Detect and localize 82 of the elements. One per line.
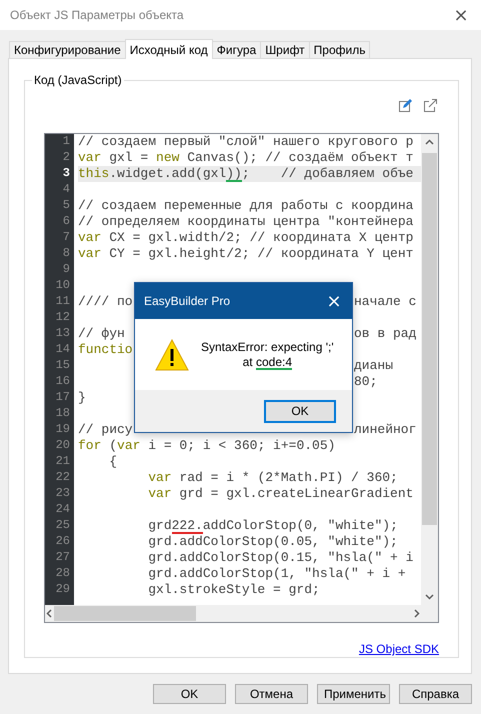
line-number: 20 (54, 438, 70, 454)
tab[interactable]: Исходный код (124, 39, 213, 59)
code-line: { (108, 454, 118, 470)
line-number: 29 (54, 582, 70, 598)
line-number: 17 (54, 390, 70, 406)
code-text: //// по (78, 294, 133, 309)
code-line: // определяем координаты центра "контейнера (78, 214, 414, 230)
chevron-down-icon[interactable] (425, 592, 434, 601)
ok-button[interactable]: OK (264, 400, 336, 422)
dialog-button[interactable]: Справка (399, 684, 472, 704)
line-number: 11 (54, 294, 70, 310)
code-line: grd222.addColorStop(0, "white"); (147, 518, 398, 534)
code-line: for (var i = 0; i < 360; i+=0.05) (78, 438, 336, 454)
tab[interactable]: Шрифт (260, 41, 310, 58)
group-title: Код (JavaScript) (32, 73, 124, 87)
code-line: gxl.strokeStyle = grd; (147, 582, 320, 598)
code-text: 80; (354, 374, 378, 390)
line-number: 25 (54, 518, 70, 534)
line-number: 6 (62, 214, 70, 230)
code-text: линейног (354, 422, 416, 438)
chevron-right-icon[interactable] (412, 609, 421, 618)
code-line: } (78, 390, 86, 406)
horizontal-scrollbar[interactable] (45, 605, 421, 622)
code-line: var rad = i * (2*Math.PI) / 360; (147, 470, 398, 486)
line-number: 14 (54, 342, 70, 358)
line-number: 9 (62, 262, 70, 278)
vertical-scrollbar[interactable] (421, 134, 438, 605)
code-text: // рису (78, 422, 133, 437)
chevron-left-icon[interactable] (45, 609, 54, 618)
line-number: 13 (54, 326, 70, 342)
line-number: 27 (54, 550, 70, 566)
error-message: at code:4 (242, 354, 292, 370)
code-line: grd.addColorStop(0.15, "hsla(" + i (147, 550, 414, 566)
line-number: 18 (54, 406, 70, 422)
code-line: grd.addColorStop(1, "hsla(" + i + (147, 566, 406, 582)
line-number: 5 (62, 198, 70, 214)
line-number: 8 (62, 246, 70, 262)
error-message: SyntaxError: expecting ';' (201, 340, 334, 354)
tab[interactable]: Профиль (308, 41, 370, 58)
line-number: 19 (54, 422, 70, 438)
close-button[interactable]: × (441, 0, 481, 30)
line-number: 12 (54, 310, 70, 326)
warning-icon (155, 338, 189, 370)
code-text: начале с (354, 294, 416, 310)
line-number: 7 (62, 230, 70, 246)
line-number: 26 (54, 534, 70, 550)
dialog-title: EasyBuilder Pro (144, 294, 232, 308)
code-line: // создаем переменные для работы с координа (78, 198, 414, 214)
code-text: ов в рад (354, 326, 416, 342)
line-number: 23 (54, 486, 70, 502)
tab[interactable]: Конфигурирование (9, 41, 126, 58)
close-button[interactable]: × (316, 283, 352, 319)
code-text: // фун (78, 326, 125, 341)
code-line: // создаем первый "слой" нашего кругового р (78, 134, 414, 150)
line-number: 24 (54, 502, 70, 518)
dialog-button[interactable]: Отмена (235, 684, 308, 704)
code-line: grd.addColorStop(0.05, "white"); (147, 534, 398, 550)
code-line: functio (78, 342, 133, 358)
line-number: 21 (54, 454, 70, 470)
line-number: 28 (54, 566, 70, 582)
code-line: var CY = gxl.height/2; // координата Y цент (78, 246, 414, 262)
line-number: 2 (62, 150, 70, 166)
edit-icon[interactable] (399, 99, 412, 112)
chevron-up-icon[interactable] (425, 138, 434, 147)
line-number: 15 (54, 358, 70, 374)
line-number: 1 (62, 134, 70, 150)
code-line: var grd = gxl.createLinearGradient (147, 486, 414, 502)
window-title: Объект JS Параметры объекта (10, 8, 185, 22)
external-link-icon[interactable] (424, 99, 437, 112)
dialog-button[interactable]: Применить (317, 684, 390, 704)
sdk-link[interactable]: JS Object SDK (358, 642, 439, 656)
code-line: this.widget.add(gxl)); // добавляем объе (78, 166, 414, 182)
line-number: 16 (54, 374, 70, 390)
line-number: 10 (54, 278, 70, 294)
code-text: дианы (354, 358, 394, 374)
tab[interactable]: Фигура (212, 41, 262, 58)
line-number: 4 (62, 182, 70, 198)
code-line: var gxl = new Canvas(); // создаём объект т (78, 150, 414, 166)
line-number: 3 (62, 166, 70, 182)
code-line: var CX = gxl.width/2; // координата X центр (78, 230, 414, 246)
line-number: 22 (54, 470, 70, 486)
dialog-button[interactable]: OK (153, 684, 226, 704)
